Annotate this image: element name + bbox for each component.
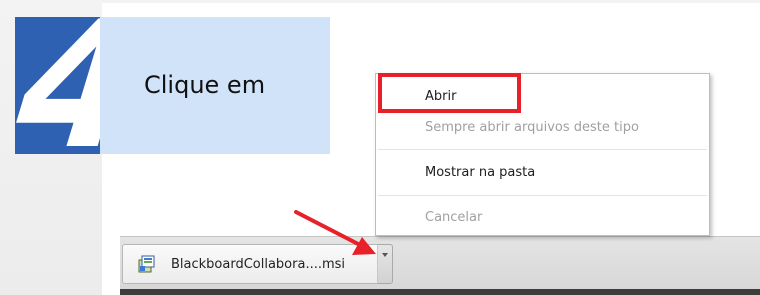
menu-item-sempre-abrir: Sempre abrir arquivos deste tipo — [425, 120, 639, 135]
menu-item-cancelar: Cancelar — [425, 210, 483, 225]
menu-separator — [378, 149, 707, 150]
download-file-name: BlackboardCollabora....msi — [171, 257, 346, 272]
taskbar-edge — [120, 289, 760, 295]
download-item[interactable]: BlackboardCollabora....msi — [122, 244, 378, 284]
instruction-text: Clique em — [144, 71, 266, 99]
installer-file-icon — [138, 255, 155, 273]
menu-separator — [378, 195, 707, 196]
menu-item-mostrar-na-pasta[interactable]: Mostrar na pasta — [425, 165, 535, 180]
download-options-button[interactable] — [377, 244, 393, 284]
step-number-block: 4 — [9, 0, 152, 188]
chevron-down-icon — [382, 253, 388, 257]
abrir-highlight-box — [378, 73, 521, 113]
step-number: 4 — [9, 0, 153, 188]
instruction-box: Clique em — [100, 17, 330, 154]
